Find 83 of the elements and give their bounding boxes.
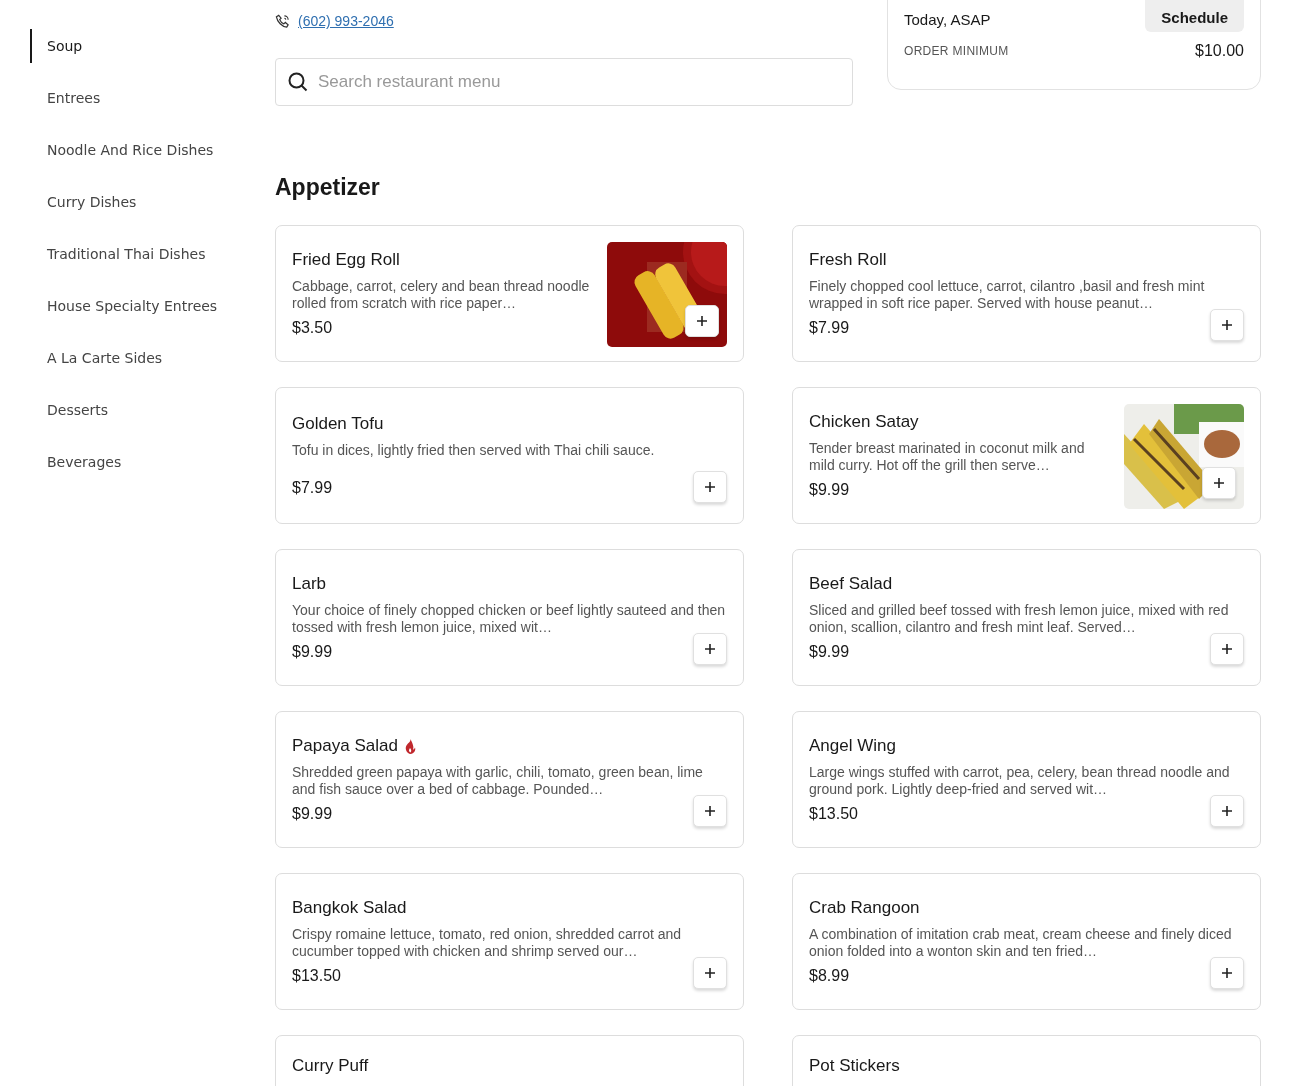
add-button[interactable] [1210, 795, 1244, 827]
item-price: $9.99 [292, 805, 333, 823]
item-name: Crab Rangoon [809, 898, 920, 918]
category-link[interactable]: House Specialty Entrees [30, 289, 245, 323]
item-price: $13.50 [809, 805, 858, 823]
menu-item-card[interactable]: Fried Egg Roll Cabbage, carrot, celery and bean thread noodle rolled from scratch with rice paper… $3.50 [275, 225, 744, 362]
item-description: Sliced and grilled beef tossed with fresh lemon juice, mixed with red onion, scallion, cilantro and fresh mint leaf. Served… [809, 602, 1230, 636]
add-button[interactable] [693, 471, 727, 503]
category-link[interactable]: Beverages [30, 445, 245, 479]
plus-icon [704, 481, 716, 493]
menu-item-card[interactable]: Chicken Satay Tender breast marinated in coconut milk and mild curry. Hot off the grill then serve… $9.99 [792, 387, 1261, 524]
menu-item-card[interactable]: Curry Puff [275, 1035, 744, 1086]
category-link[interactable]: Noodle And Rice Dishes [30, 133, 245, 167]
item-description: Crispy romaine lettuce, tomato, red onion, shredded carrot and cucumber topped with chicken and shrimp served our… [292, 926, 683, 960]
item-name: Chicken Satay [809, 412, 919, 432]
plus-icon [1221, 805, 1233, 817]
item-price: $13.50 [292, 967, 341, 985]
item-name: Angel Wing [809, 736, 896, 756]
add-button[interactable] [1210, 309, 1244, 341]
menu-item-card[interactable]: Papaya Salad Shredded green papaya with garlic, chili, tomato, green bean, lime and fish sauce over a bed of cabbage. Pounded… $9.99 [275, 711, 744, 848]
item-price: $9.99 [809, 643, 850, 661]
flame-icon [403, 738, 417, 754]
item-price: $9.99 [292, 643, 333, 661]
plus-icon [1213, 477, 1225, 489]
item-price: $7.99 [809, 319, 850, 337]
item-name: Larb [292, 574, 327, 594]
phone-link[interactable]: (602) 993-2046 [298, 13, 394, 29]
menu-item-card[interactable]: Bangkok Salad Crispy romaine lettuce, tomato, red onion, shredded carrot and cucumber topped with chicken and shrimp served our… $13.50 [275, 873, 744, 1010]
item-name: Beef Salad [809, 574, 893, 594]
item-name: Fried Egg Roll [292, 250, 400, 270]
add-button[interactable] [693, 957, 727, 989]
item-name: Papaya Salad [292, 736, 398, 756]
plus-icon [1221, 643, 1233, 655]
menu-item-card[interactable]: Beef Salad Sliced and grilled beef tossed with fresh lemon juice, mixed with red onion, scallion, cilantro and fresh mint leaf. Served… $9.99 [792, 549, 1261, 686]
category-link[interactable]: Traditional Thai Dishes [30, 237, 245, 271]
plus-icon [1221, 319, 1233, 331]
plus-icon [1221, 967, 1233, 979]
plus-icon [704, 967, 716, 979]
add-button[interactable] [685, 305, 719, 337]
search-icon [287, 71, 309, 93]
add-button[interactable] [693, 795, 727, 827]
menu-item-card[interactable]: Golden Tofu Tofu in dices, lightly fried then served with Thai chili sauce. $7.99 [275, 387, 744, 524]
add-button[interactable] [1210, 633, 1244, 665]
menu-item-card[interactable]: Angel Wing Large wings stuffed with carrot, pea, celery, bean thread noodle and ground pork. Lightly deep-fried and served wit… $13.50 [792, 711, 1261, 848]
item-price: $8.99 [809, 967, 850, 985]
item-description: Finely chopped cool lettuce, carrot, cilantro ,basil and fresh mint wrapped in soft rice paper. Served with house peanut… [809, 278, 1206, 312]
item-price: $9.99 [809, 481, 850, 499]
search-field[interactable]: Search restaurant menu [275, 58, 853, 106]
order-minimum-label: ORDER MINIMUM [904, 44, 1009, 58]
item-name: Pot Stickers [809, 1056, 900, 1076]
add-button[interactable] [1202, 467, 1236, 499]
item-description: Large wings stuffed with carrot, pea, celery, bean thread noodle and ground pork. Lightly deep-fried and served wit… [809, 764, 1231, 798]
order-minimum-value: $10.00 [1195, 42, 1244, 60]
item-name: Golden Tofu [292, 414, 384, 434]
schedule-button[interactable]: Schedule [1145, 0, 1244, 32]
category-link[interactable]: Curry Dishes [30, 185, 245, 219]
add-button[interactable] [693, 633, 727, 665]
item-description: Cabbage, carrot, celery and bean thread noodle rolled from scratch with rice paper… [292, 278, 591, 312]
menu-item-card[interactable]: Fresh Roll Finely chopped cool lettuce, carrot, cilantro ,basil and fresh mint wrapped in soft rice paper. Served with house peanut… $7.99 [792, 225, 1261, 362]
section-title: Appetizer [275, 174, 381, 201]
add-button[interactable] [1210, 957, 1244, 989]
category-link[interactable]: Entrees [30, 81, 245, 115]
item-name: Fresh Roll [809, 250, 887, 270]
item-price: $3.50 [292, 319, 333, 337]
item-description: Tender breast marinated in coconut milk and mild curry. Hot off the grill then serve… [809, 440, 1086, 474]
plus-icon [704, 805, 716, 817]
item-name: Bangkok Salad [292, 898, 407, 918]
item-description: Tofu in dices, lightly fried then served with Thai chili sauce. [292, 442, 655, 460]
item-description: A combination of imitation crab meat, cream cheese and finely diced onion folded into a wonton skin and ten fried… [809, 926, 1233, 960]
menu-item-card[interactable]: Pot Stickers [792, 1035, 1261, 1086]
item-price: $7.99 [292, 479, 333, 497]
item-description: Your choice of finely chopped chicken or beef lightly sauteed and then tossed with fresh lemon juice, mixed wit… [292, 602, 726, 636]
item-description: Shredded green papaya with garlic, chili, tomato, green bean, lime and fish sauce over a bed of cabbage. Pounded… [292, 764, 704, 798]
phone-icon [275, 13, 290, 29]
menu-item-card[interactable]: Crab Rangoon A combination of imitation crab meat, cream cheese and finely diced onion folded into a wonton skin and ten fried… $8.99 [792, 873, 1261, 1010]
delivery-time: Today, ASAP [904, 11, 991, 28]
menu-item-card[interactable]: Larb Your choice of finely chopped chicken or beef lightly sauteed and then tossed with fresh lemon juice, mixed wit… $9.99 [275, 549, 744, 686]
plus-icon [696, 315, 708, 327]
item-name: Curry Puff [292, 1056, 369, 1076]
category-link[interactable]: Soup [30, 29, 245, 63]
category-link[interactable]: A La Carte Sides [30, 341, 245, 375]
plus-icon [704, 643, 716, 655]
category-link[interactable]: Desserts [30, 393, 245, 427]
